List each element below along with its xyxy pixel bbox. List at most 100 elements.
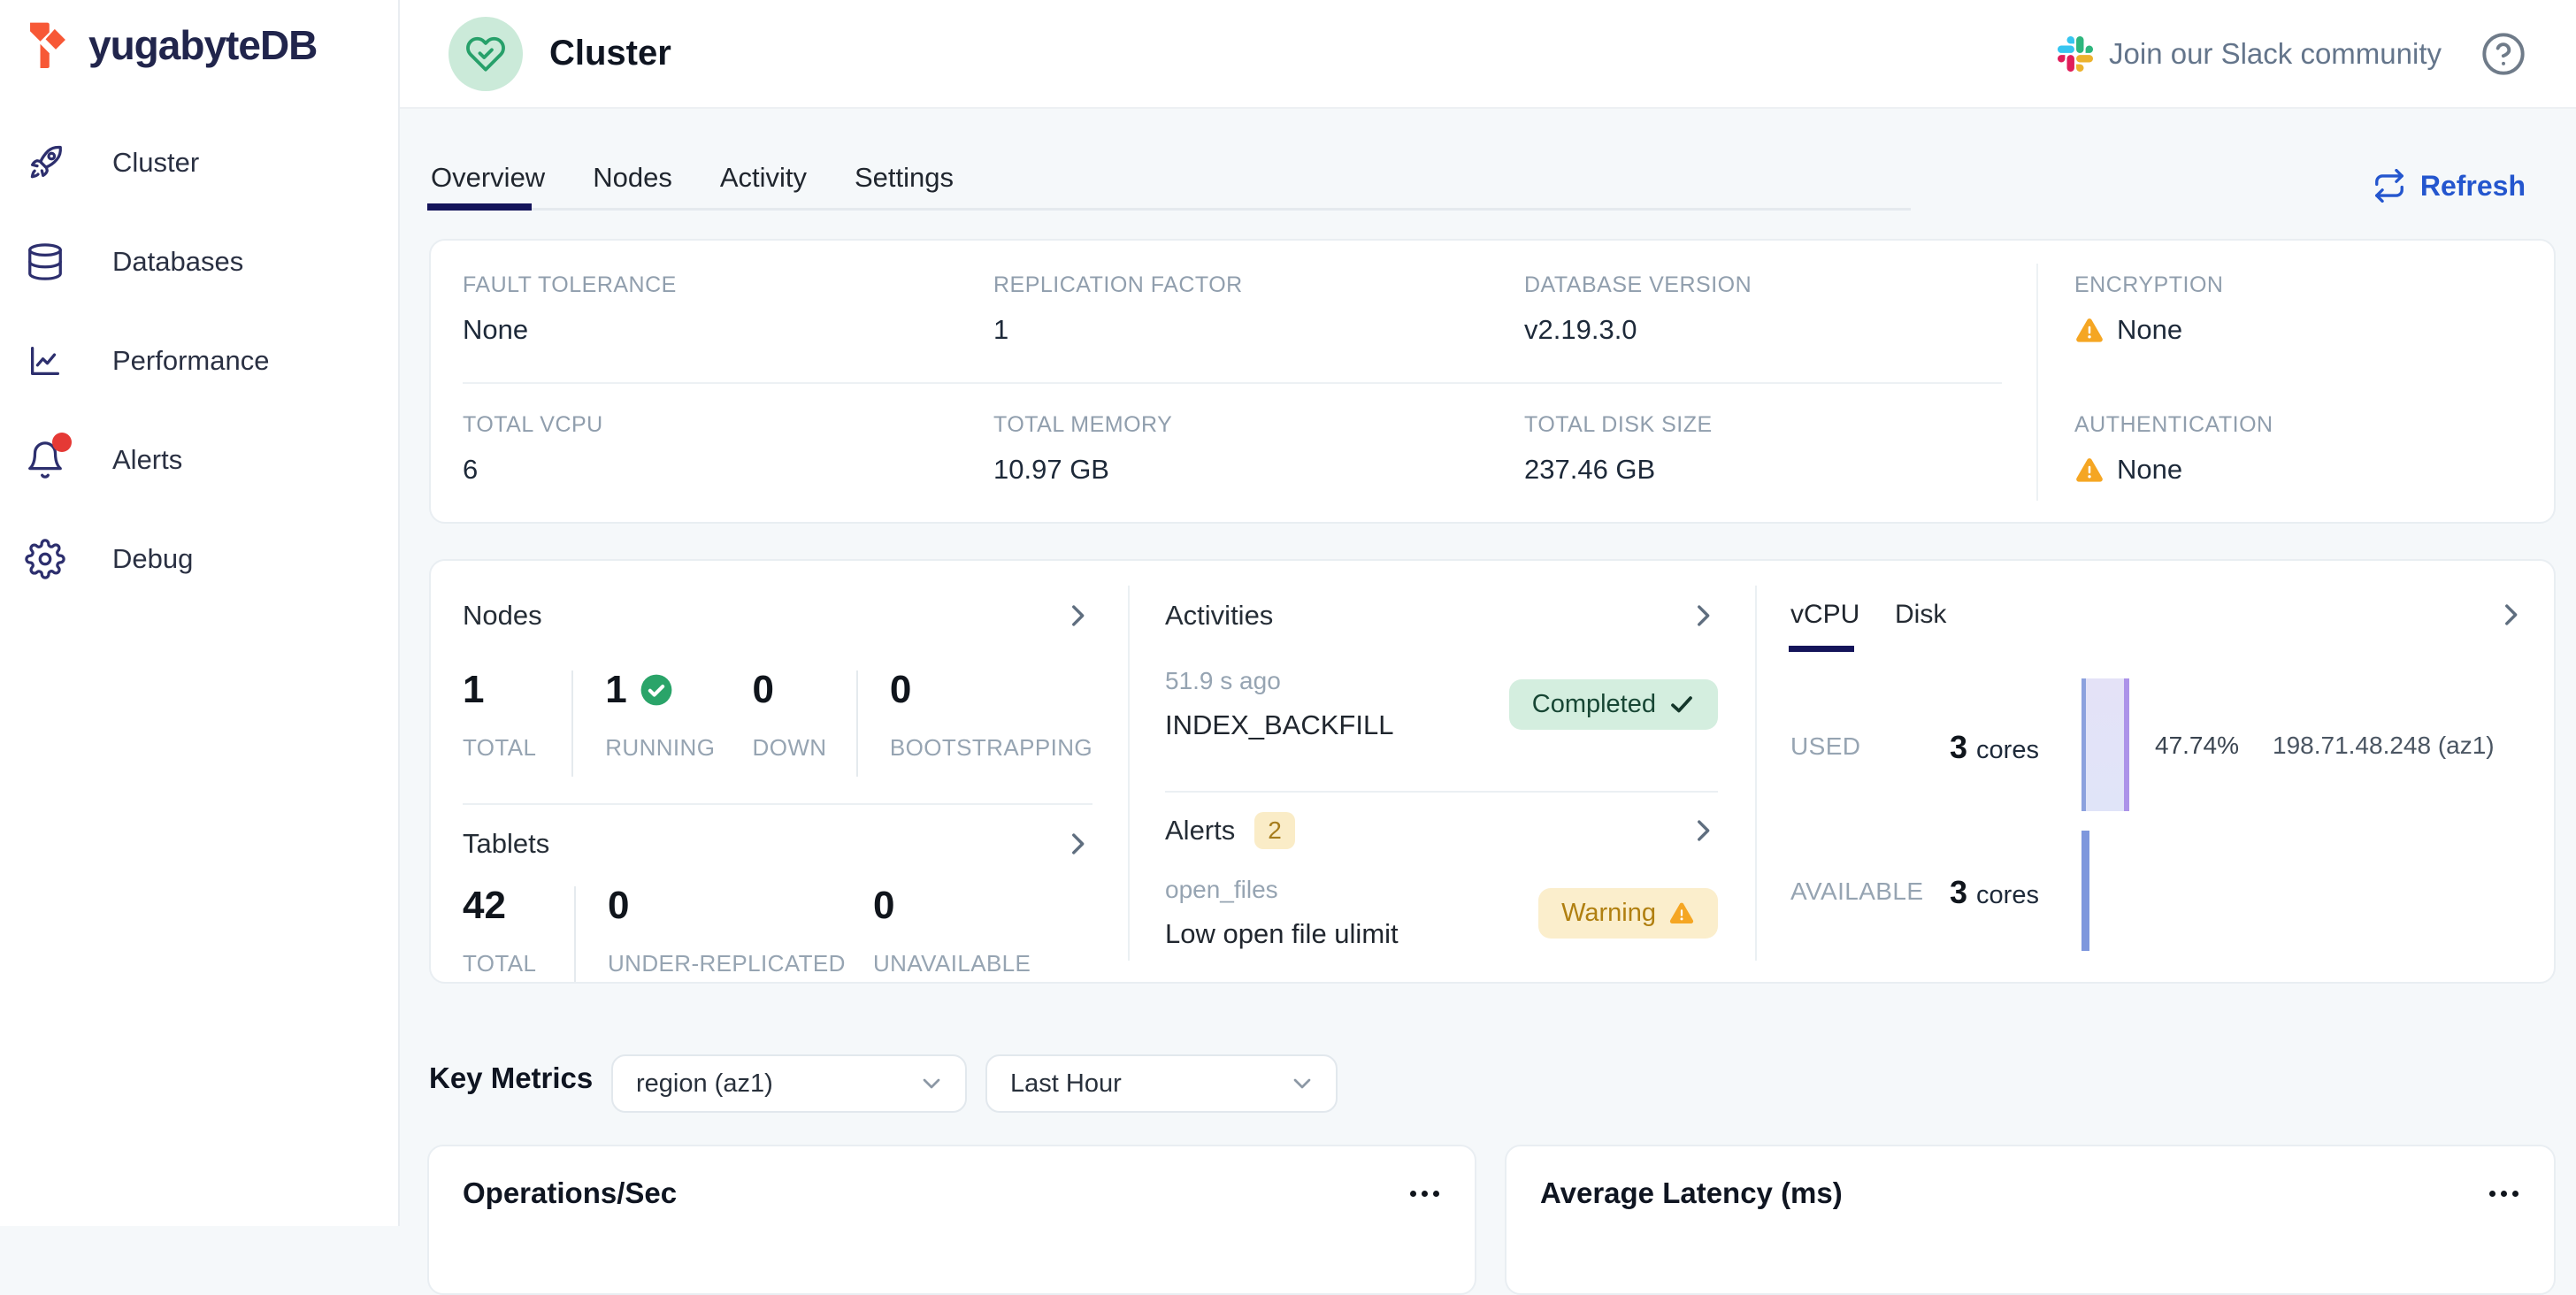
stat-value: 1 bbox=[993, 314, 1243, 346]
stat-label: FAULT TOLERANCE bbox=[463, 272, 677, 298]
stat-divider bbox=[856, 670, 858, 777]
tablets-title: Tablets bbox=[463, 828, 549, 860]
region-select-value: region (az1) bbox=[636, 1069, 773, 1099]
stat-value: 10.97 GB bbox=[993, 454, 1172, 486]
stat-value: None bbox=[2117, 314, 2182, 346]
nodes-running: 1 RUNNING bbox=[605, 667, 752, 777]
fault-tolerance-stat: FAULT TOLERANCE None bbox=[463, 272, 677, 346]
tab-disk[interactable]: Disk bbox=[1895, 600, 1946, 630]
chevron-down-icon bbox=[1288, 1069, 1316, 1098]
sidebar-item-label: Databases bbox=[112, 246, 243, 278]
tablets-stats: 42 TOTAL 0 UNDER-REPLICATED 0 UNAVAILABL… bbox=[463, 883, 1092, 982]
alerts-title: Alerts bbox=[1165, 815, 1235, 847]
region-select[interactable]: region (az1) bbox=[611, 1054, 967, 1113]
sidebar-item-label: Alerts bbox=[112, 444, 182, 476]
cluster-health-icon bbox=[448, 17, 523, 91]
alerts-count-badge: 2 bbox=[1254, 812, 1295, 849]
total-vcpu-stat: TOTAL VCPU 6 bbox=[463, 412, 603, 486]
chevron-right-icon[interactable] bbox=[2496, 600, 2526, 630]
tab-vcpu[interactable]: vCPU bbox=[1790, 600, 1859, 630]
tablets-total: 42 TOTAL bbox=[463, 883, 574, 982]
operations-chart-card: Operations/Sec bbox=[427, 1145, 1476, 1295]
slack-link-label: Join our Slack community bbox=[2109, 37, 2442, 71]
activities-alerts-section: Activities 51.9 s ago INDEX_BACKFILL Com… bbox=[1128, 561, 1755, 985]
tab-activity[interactable]: Activity bbox=[718, 162, 809, 194]
more-menu-icon[interactable] bbox=[1410, 1182, 1439, 1206]
tablets-under-replicated: 0 UNDER-REPLICATED bbox=[608, 883, 873, 982]
performance-icon bbox=[25, 341, 65, 381]
stat-label: TOTAL MEMORY bbox=[993, 412, 1172, 438]
stat-value: v2.19.3.0 bbox=[1524, 314, 1752, 346]
sidebar-item-label: Debug bbox=[112, 543, 193, 575]
time-range-select[interactable]: Last Hour bbox=[985, 1054, 1338, 1113]
sidebar-item-databases[interactable]: Databases bbox=[0, 212, 398, 311]
nodes-stats: 1 TOTAL 1 RUNNING 0 DOWN bbox=[463, 667, 1092, 777]
refresh-button[interactable]: Refresh bbox=[2373, 169, 2526, 203]
help-icon[interactable] bbox=[2480, 31, 2526, 77]
slack-community-link[interactable]: Join our Slack community bbox=[2058, 36, 2442, 72]
tab-settings[interactable]: Settings bbox=[853, 162, 955, 194]
stat-divider bbox=[571, 670, 573, 777]
alert-indicator-dot bbox=[52, 433, 72, 452]
activity-time: 51.9 s ago bbox=[1165, 667, 1393, 695]
more-menu-icon[interactable] bbox=[2489, 1182, 2518, 1206]
available-label: AVAILABLE bbox=[1790, 877, 1923, 906]
brand-name: yugabyteDB bbox=[88, 21, 317, 69]
stat-label: TOTAL DISK SIZE bbox=[1524, 412, 1713, 438]
status-badge-warning: Warning bbox=[1538, 888, 1718, 939]
chevron-right-icon[interactable] bbox=[1688, 601, 1718, 631]
panel-divider bbox=[463, 803, 1092, 805]
chevron-right-icon[interactable] bbox=[1062, 601, 1092, 631]
chevron-right-icon[interactable] bbox=[1688, 816, 1718, 846]
database-icon bbox=[25, 241, 65, 282]
total-disk-stat: TOTAL DISK SIZE 237.46 GB bbox=[1524, 412, 1713, 486]
used-vcpu-bar bbox=[2082, 678, 2129, 811]
tablets-unavailable: 0 UNAVAILABLE bbox=[873, 883, 1031, 982]
latency-chart-card: Average Latency (ms) bbox=[1505, 1145, 2556, 1295]
chevron-down-icon bbox=[917, 1069, 946, 1098]
available-vcpu-bar bbox=[2082, 831, 2089, 951]
available-value: 3cores bbox=[1950, 874, 2039, 911]
key-metrics-title: Key Metrics bbox=[429, 1061, 593, 1095]
check-circle-icon bbox=[640, 673, 673, 707]
gear-icon bbox=[25, 539, 65, 579]
nodes-down: 0 DOWN bbox=[753, 667, 856, 777]
alert-row[interactable]: open_files Low open file ulimit Warning bbox=[1165, 876, 1718, 950]
tab-track-line bbox=[429, 208, 1911, 211]
page-header: Cluster Join our Slack community bbox=[400, 0, 2576, 109]
sidebar-item-label: Cluster bbox=[112, 147, 199, 179]
cluster-detail-card: Nodes 1 TOTAL 1 bbox=[429, 559, 2556, 984]
active-tab-underline bbox=[427, 203, 532, 211]
nodes-total: 1 TOTAL bbox=[463, 667, 571, 777]
warning-triangle-icon bbox=[2074, 455, 2104, 485]
used-label: USED bbox=[1790, 732, 1860, 761]
stat-value: 237.46 GB bbox=[1524, 454, 1713, 486]
sidebar-item-debug[interactable]: Debug bbox=[0, 510, 398, 609]
used-value: 3cores bbox=[1950, 729, 2039, 766]
chevron-right-icon[interactable] bbox=[1062, 829, 1092, 859]
tab-overview[interactable]: Overview bbox=[429, 162, 547, 194]
latency-chart-title: Average Latency (ms) bbox=[1540, 1176, 1843, 1210]
resources-section: vCPU Disk USED 3cores 47.74% 198.71.48.2… bbox=[1755, 561, 2557, 985]
activities-title: Activities bbox=[1165, 600, 1273, 632]
stat-value: None bbox=[463, 314, 677, 346]
tab-bar: Overview Nodes Activity Settings Refresh bbox=[400, 109, 2576, 224]
sidebar: yugabyteDB Cluster bbox=[0, 0, 400, 1226]
stats-vertical-divider bbox=[2036, 264, 2038, 501]
stat-divider bbox=[574, 886, 576, 982]
sidebar-item-alerts[interactable]: Alerts bbox=[0, 410, 398, 510]
brand-logo: yugabyteDB bbox=[0, 0, 398, 71]
time-range-select-value: Last Hour bbox=[1010, 1069, 1122, 1099]
warning-triangle-icon bbox=[1668, 900, 1695, 926]
stat-value: None bbox=[2117, 454, 2182, 486]
sidebar-nav: Cluster Databases Performance bbox=[0, 113, 398, 609]
total-memory-stat: TOTAL MEMORY 10.97 GB bbox=[993, 412, 1172, 486]
tab-nodes[interactable]: Nodes bbox=[591, 162, 674, 194]
bell-icon bbox=[25, 440, 65, 480]
activity-row[interactable]: 51.9 s ago INDEX_BACKFILL Completed bbox=[1165, 667, 1718, 741]
sidebar-item-cluster[interactable]: Cluster bbox=[0, 113, 398, 212]
warning-triangle-icon bbox=[2074, 315, 2104, 345]
refresh-icon bbox=[2373, 169, 2406, 203]
sidebar-item-performance[interactable]: Performance bbox=[0, 311, 398, 410]
active-resource-tab-underline bbox=[1789, 646, 1854, 652]
